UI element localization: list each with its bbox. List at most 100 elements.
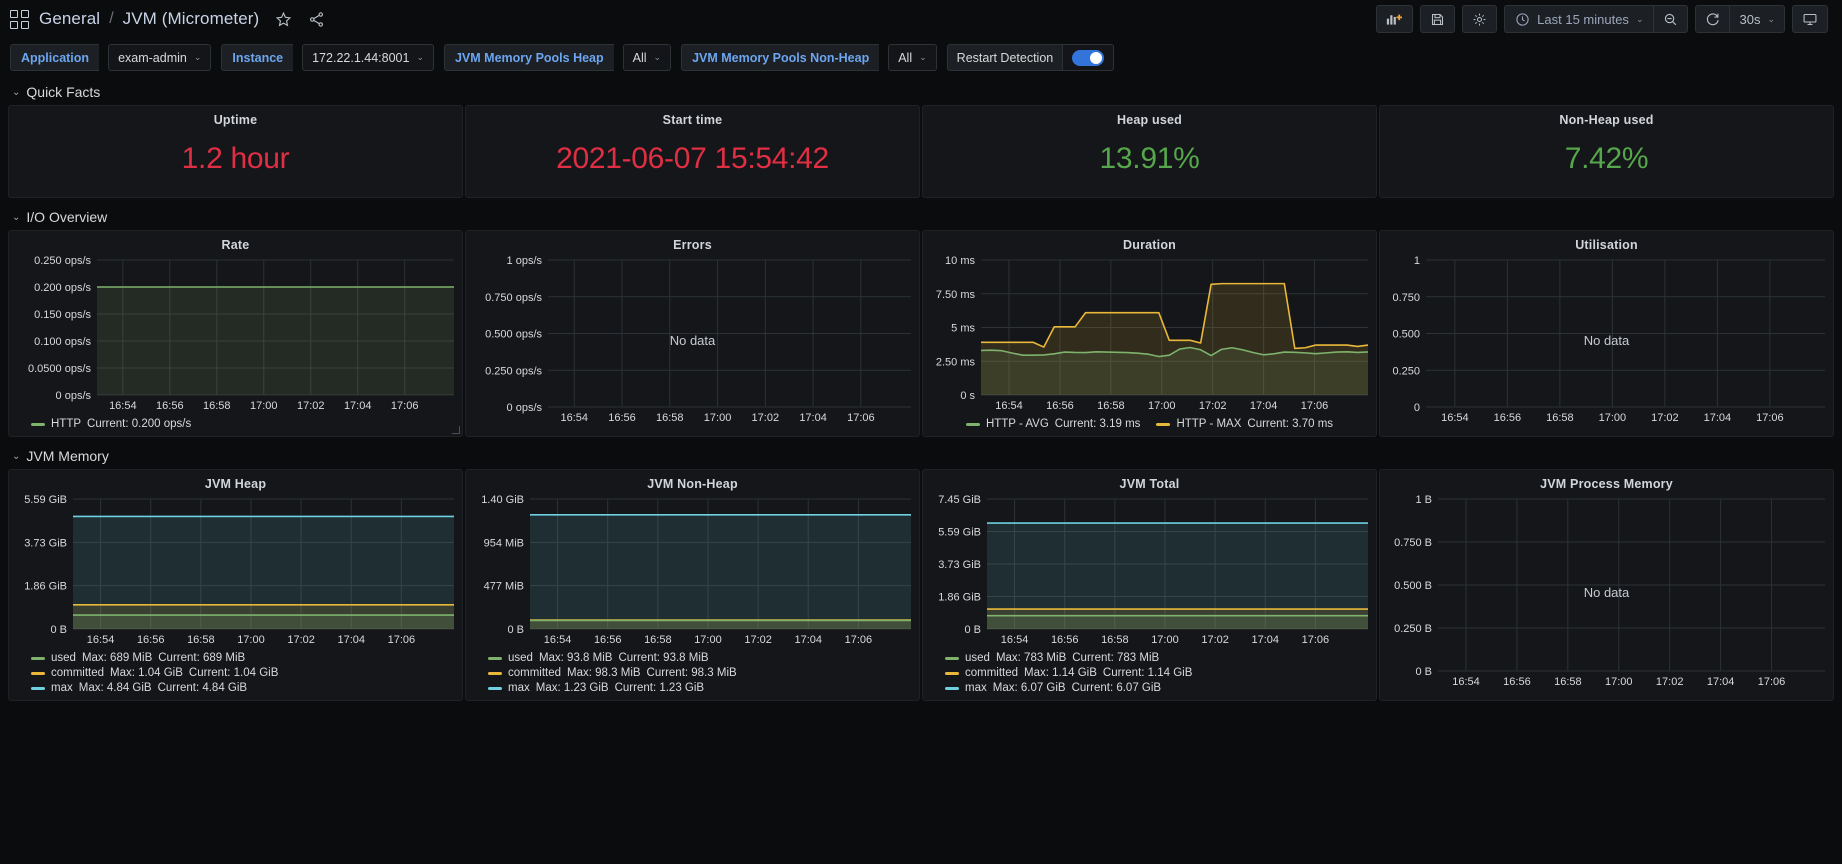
svg-text:5.59 GiB: 5.59 GiB <box>938 527 981 539</box>
graph-panel-utilisation[interactable]: Utilisation 0 0.250 0.500 0.750 1 16:54 16:56 1… <box>1379 230 1834 437</box>
chart-area-jvm-non-heap[interactable]: 0 B 477 MiB 954 MiB 1.40 GiB 16:54 16:56 16:58… <box>466 493 919 649</box>
chevron-down-icon: ⌄ <box>12 211 21 223</box>
legend-series-stat: Max: 1.14 GiB <box>1024 667 1097 679</box>
legend-item[interactable]: committed Max: 1.04 GiB Current: 1.04 GiB <box>31 667 462 679</box>
stat-panel-uptime[interactable]: Uptime 1.2 hour <box>8 105 463 198</box>
svg-text:16:56: 16:56 <box>1503 676 1531 688</box>
legend-item[interactable]: used Max: 93.8 MiB Current: 93.8 MiB <box>488 652 919 664</box>
page-title[interactable]: JVM (Micrometer) <box>123 9 260 29</box>
legend-item[interactable]: max Max: 6.07 GiB Current: 6.07 GiB <box>945 682 1376 694</box>
legend-item[interactable]: HTTP Current: 0.200 ops/s <box>31 418 462 430</box>
legend-color-swatch <box>31 686 45 690</box>
variable-memory-pools-non-heap: JVM Memory Pools Non-Heap All ⌄ <box>681 44 937 71</box>
chevron-down-icon: ⌄ <box>919 52 927 62</box>
graph-panel-jvm-non-heap[interactable]: JVM Non-Heap 0 B 477 MiB 954 MiB 1.40 GiB 16… <box>465 469 920 701</box>
legend-color-swatch <box>1156 422 1171 426</box>
section-title-jvm-memory: JVM Memory <box>26 448 109 464</box>
section-header-jvm-memory[interactable]: ⌄ JVM Memory <box>0 445 1842 469</box>
graph-panel-jvm-heap[interactable]: JVM Heap 0 B 1.86 GiB 3.73 GiB 5.59 GiB 16:5… <box>8 469 463 701</box>
chart-area-jvm-heap[interactable]: 0 B 1.86 GiB 3.73 GiB 5.59 GiB 16:54 16:56 16:… <box>9 493 462 649</box>
svg-text:17:06: 17:06 <box>388 634 416 646</box>
variable-label-application: Application <box>10 44 100 71</box>
legend-item[interactable]: used Max: 783 MiB Current: 783 MiB <box>945 652 1376 664</box>
panel-title-duration: Duration <box>1123 238 1176 252</box>
save-dashboard-button[interactable] <box>1420 5 1456 33</box>
cycle-view-mode-button[interactable] <box>1792 5 1828 33</box>
graph-panel-errors[interactable]: Errors 0 ops/s 0.250 ops/s 0.500 ops/s 0.75… <box>465 230 920 437</box>
refresh-button[interactable] <box>1695 5 1730 33</box>
stat-panel-start-time[interactable]: Start time 2021-06-07 15:54:42 <box>465 105 920 198</box>
svg-text:16:58: 16:58 <box>1097 400 1125 412</box>
breadcrumb-folder[interactable]: General <box>39 9 100 29</box>
svg-text:1.40 GiB: 1.40 GiB <box>481 494 524 506</box>
variable-picker-instance[interactable]: 172.22.1.44:8001 ⌄ <box>302 44 434 71</box>
legend-series-stat: Current: 93.8 MiB <box>618 652 709 664</box>
dashboard-settings-button[interactable] <box>1462 5 1498 33</box>
legend-series-stat: Current: 1.23 GiB <box>614 682 705 694</box>
graph-panel-jvm-total[interactable]: JVM Total 0 B 1.86 GiB 3.73 GiB 5.59 GiB 7.4… <box>922 469 1377 701</box>
restart-detection-toggle-wrap <box>1063 44 1115 71</box>
chart-area-duration[interactable]: 0 s 2.50 ms 5 ms 7.50 ms 10 ms 16:54 16:56 16:5… <box>923 254 1376 415</box>
graph-panel-duration[interactable]: Duration 0 s 2.50 ms 5 ms 7.50 ms 10 ms 16:54… <box>922 230 1377 437</box>
section-header-io-overview[interactable]: ⌄ I/O Overview <box>0 206 1842 230</box>
legend-item[interactable]: max Max: 1.23 GiB Current: 1.23 GiB <box>488 682 919 694</box>
share-icon[interactable] <box>308 11 325 28</box>
stat-panel-heap-used[interactable]: Heap used 13.91% <box>922 105 1377 198</box>
section-header-quick-facts[interactable]: ⌄ Quick Facts <box>0 81 1842 105</box>
variable-picker-memory-pools-non-heap[interactable]: All ⌄ <box>888 44 937 71</box>
svg-text:0 ops/s: 0 ops/s <box>507 402 543 414</box>
legend-item[interactable]: HTTP - MAX Current: 3.70 ms <box>1156 418 1333 430</box>
legend-rate: HTTP Current: 0.200 ops/s <box>9 415 462 436</box>
variable-picker-application[interactable]: exam-admin ⌄ <box>108 44 212 71</box>
svg-text:17:02: 17:02 <box>1201 634 1229 646</box>
svg-text:0.500 ops/s: 0.500 ops/s <box>485 329 542 341</box>
panel-title-errors: Errors <box>673 238 712 252</box>
panel-title-jvm-non-heap: JVM Non-Heap <box>647 477 738 491</box>
panel-title-heap-used: Heap used <box>1116 113 1182 127</box>
zoom-out-time-button[interactable] <box>1653 5 1689 33</box>
svg-text:17:04: 17:04 <box>799 412 827 424</box>
svg-text:7.50 ms: 7.50 ms <box>936 289 976 301</box>
legend-duration: HTTP - AVG Current: 3.19 ms HTTP - MAX Curr… <box>923 415 1376 436</box>
svg-text:17:02: 17:02 <box>297 400 325 412</box>
svg-text:16:56: 16:56 <box>1494 412 1522 424</box>
svg-text:0.150 ops/s: 0.150 ops/s <box>34 309 91 321</box>
time-range-picker[interactable]: Last 15 minutes ⌄ <box>1504 5 1654 33</box>
chart-area-utilisation[interactable]: 0 0.250 0.500 0.750 1 16:54 16:56 16:58 17:00 17:… <box>1380 254 1833 427</box>
svg-text:3.73 GiB: 3.73 GiB <box>938 559 981 571</box>
legend-item[interactable]: HTTP - AVG Current: 3.19 ms <box>965 418 1140 430</box>
svg-text:17:00: 17:00 <box>694 634 722 646</box>
restart-detection-toggle[interactable] <box>1072 49 1105 66</box>
svg-text:16:56: 16:56 <box>156 400 184 412</box>
svg-text:0.500: 0.500 <box>1392 329 1420 341</box>
chart-area-jvm-process-memory[interactable]: 0 B 0.250 B 0.500 B 0.750 B 1 B 16:54 16:56 16:… <box>1380 493 1833 691</box>
chart-area-errors[interactable]: 0 ops/s 0.250 ops/s 0.500 ops/s 0.750 ops/s… <box>466 254 919 427</box>
stat-panel-non-heap-used[interactable]: Non-Heap used 7.42% <box>1379 105 1834 198</box>
panel-resize-handle[interactable] <box>452 426 460 434</box>
legend-item[interactable]: committed Max: 98.3 MiB Current: 98.3 MiB <box>488 667 919 679</box>
svg-text:17:06: 17:06 <box>845 634 873 646</box>
dashboards-grid-icon[interactable] <box>10 9 29 29</box>
graph-panel-rate[interactable]: Rate 0 ops/s 0.0500 ops/s 0.100 ops/s 0.150… <box>8 230 463 437</box>
add-panel-button[interactable] <box>1376 5 1414 33</box>
legend-series-name: HTTP - AVG <box>985 418 1049 430</box>
svg-text:0 s: 0 s <box>960 390 975 402</box>
svg-text:0: 0 <box>1414 402 1420 414</box>
chart-area-rate[interactable]: 0 ops/s 0.0500 ops/s 0.100 ops/s 0.150 ops/… <box>9 254 462 415</box>
chart-area-jvm-total[interactable]: 0 B 1.86 GiB 3.73 GiB 5.59 GiB 7.45 GiB 16:54… <box>923 493 1376 649</box>
legend-color-swatch <box>488 686 502 690</box>
graph-panel-jvm-process-memory[interactable]: JVM Process Memory 0 B 0.250 B 0.500 B 0.75… <box>1379 469 1834 701</box>
svg-text:16:58: 16:58 <box>1546 412 1574 424</box>
legend-item[interactable]: committed Max: 1.14 GiB Current: 1.14 GiB <box>945 667 1376 679</box>
legend-series-name: used <box>51 652 76 664</box>
legend-item[interactable]: used Max: 689 MiB Current: 689 MiB <box>31 652 462 664</box>
legend-item[interactable]: max Max: 4.84 GiB Current: 4.84 GiB <box>31 682 462 694</box>
star-icon[interactable] <box>275 11 292 28</box>
refresh-interval-picker[interactable]: 30s ⌄ <box>1729 5 1785 33</box>
svg-text:1.86 GiB: 1.86 GiB <box>24 581 67 593</box>
legend-series-name: used <box>508 652 533 664</box>
svg-text:1: 1 <box>1414 255 1420 267</box>
svg-text:954 MiB: 954 MiB <box>484 537 524 549</box>
variable-picker-memory-pools-heap[interactable]: All ⌄ <box>622 44 672 71</box>
svg-text:16:58: 16:58 <box>1554 676 1582 688</box>
